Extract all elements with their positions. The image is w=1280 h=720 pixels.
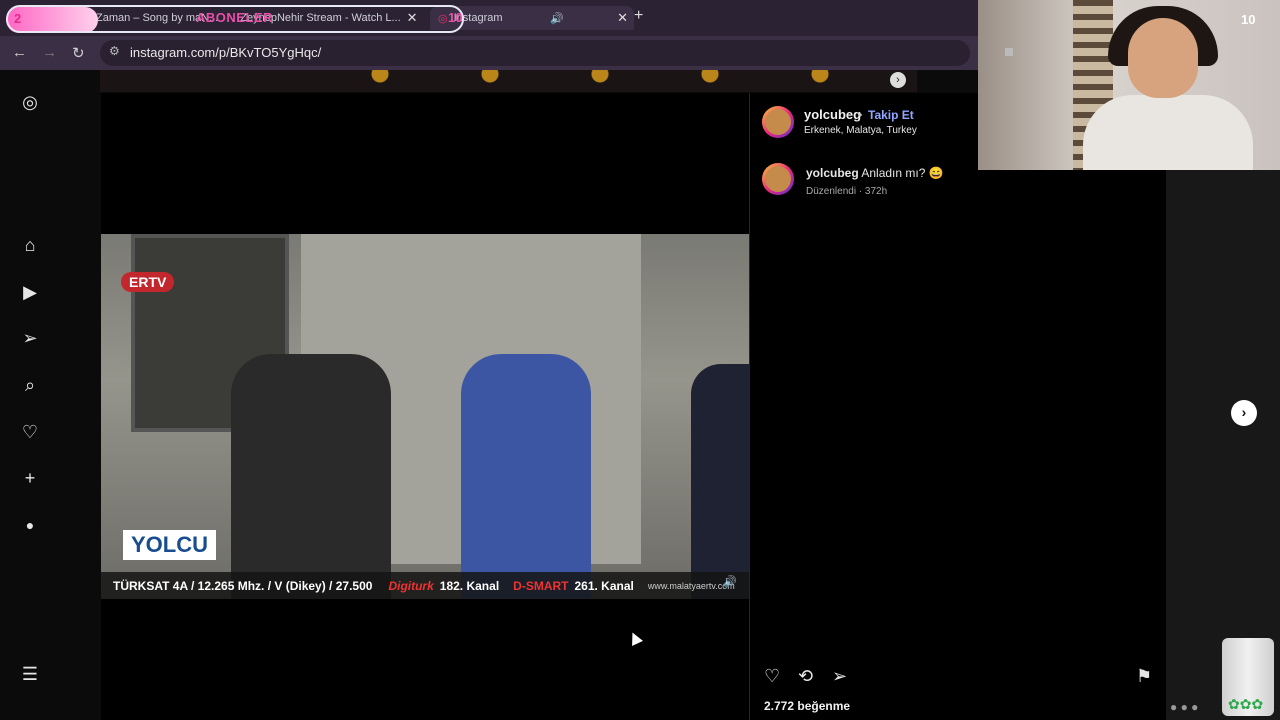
heart-icon[interactable]: ♡ [20,422,40,442]
heart-icon[interactable]: ♡ [764,666,780,687]
close-tab-icon[interactable]: ✕ [611,10,634,26]
repost-icon[interactable]: ⟲ [798,666,813,687]
url-text: instagram.com/p/BKvTO5YgHqc/ [130,45,322,60]
overlay-avatars: ● ● ● [1170,700,1199,714]
post-location[interactable]: Erkenek, Malatya, Turkey [804,125,917,136]
share-icon[interactable]: ➢ [832,666,847,687]
overlay-counter-right: 10 [448,10,463,25]
streamer-hoodie [1083,95,1253,170]
video-person [461,354,591,599]
caption-username[interactable]: yolcubeg [806,166,859,180]
overlay-title: ABONELER [196,10,273,25]
site-settings-icon[interactable]: ⚙ [109,44,120,58]
ertv-logo: ERTV [121,272,175,292]
instagram-icon[interactable]: ◎ [20,92,40,112]
avatar[interactable] [762,163,794,195]
edited-timestamp: Düzenlendi · 372h [806,186,888,197]
menu-icon[interactable]: ☰ [20,664,40,684]
ticker-website: www.malatyaertv.com [647,580,735,591]
reels-icon[interactable]: ▶ [20,282,40,302]
follow-button[interactable]: Takip Et [868,108,914,122]
url-field[interactable]: ⚙ instagram.com/p/BKvTO5YgHqc/ [100,40,970,66]
search-icon[interactable]: ⌕ [20,375,40,395]
separator-dot: • [858,108,863,122]
video-frame: ERTV YOLCU TÜRKSAT 4A / 12.265 Mhz. / V … [101,234,749,599]
stories-thumbnails [370,70,850,92]
streamer-face [1128,18,1198,98]
ticker-satellite: TÜRKSAT 4A / 12.265 Mhz. / V (Dikey) / 2… [113,578,373,593]
ticker-dsmart: D-SMART [513,578,569,593]
back-icon[interactable]: ← [12,44,27,61]
chevron-right-icon[interactable]: › [890,72,906,88]
speaker-icon[interactable]: 🔊 [550,12,564,25]
next-post-button[interactable]: › [1231,400,1257,426]
webcam-counter: 10 [1241,12,1256,27]
webcam-overlay: 10 [978,0,1280,170]
stories-strip: › [100,70,917,92]
home-icon[interactable]: ⌂ [20,235,40,255]
cup-decoration: ✿✿✿ [1222,638,1274,716]
mute-icon[interactable]: 🔊 [723,575,737,588]
video-person [691,364,749,599]
yolcu-logo: YOLCU [123,530,216,560]
instagram-sidebar: ◎ ⌂ ▶ ➢ ⌕ ♡ + ● ☰ [0,70,60,720]
post-panel: yolcubeg • Takip Et Erkenek, Malatya, Tu… [749,93,1166,720]
ticker-digiturk: Digiturk [388,578,434,593]
profile-icon[interactable]: ● [20,515,40,535]
new-tab-button[interactable]: + [634,7,643,25]
ticker-dsmart-channel: 261. Kanal [574,578,634,593]
video-person [231,354,391,599]
forward-icon[interactable]: → [42,44,57,61]
video-player[interactable]: ERTV YOLCU TÜRKSAT 4A / 12.265 Mhz. / V … [101,93,749,720]
likes-count[interactable]: 2.772 beğenme [764,699,850,713]
direct-icon[interactable]: ➢ [20,328,40,348]
create-icon[interactable]: + [20,468,40,488]
caption-text: Anladın mı? 😄 [861,166,944,180]
plant-icon: ✿✿✿ [1228,696,1264,712]
post-username[interactable]: yolcubeg [804,107,861,122]
avatar[interactable] [762,106,794,138]
ticker-digiturk-channel: 182. Kanal [439,578,500,593]
bookmark-icon[interactable]: ⚑ [1136,666,1152,687]
tv-ticker: TÜRKSAT 4A / 12.265 Mhz. / V (Dikey) / 2… [101,572,749,599]
reload-icon[interactable]: ↻ [72,44,85,62]
wall-switch [1005,48,1013,56]
